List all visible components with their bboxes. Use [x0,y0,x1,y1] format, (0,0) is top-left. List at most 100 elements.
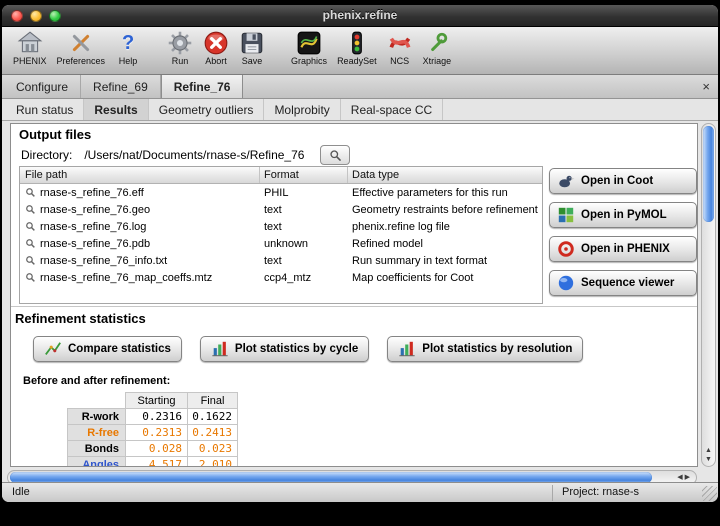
browse-directory-button[interactable] [320,145,350,165]
toolbar-button-ncs[interactable]: NCS [382,29,418,67]
scroll-up-arrow[interactable]: ▲ [702,446,715,455]
status-text: Idle [12,486,30,498]
table-row[interactable]: rnase-s_refine_76.eff PHIL Effective par… [20,184,542,201]
column-format[interactable]: Format [260,167,348,183]
toolbar-button-help[interactable]: ? Help [110,29,146,67]
tab-close-button[interactable]: × [702,79,710,94]
zoom-window-button[interactable] [49,10,61,22]
table-row[interactable]: rnase-s_refine_76_info.txt text Run summ… [20,252,542,269]
compare-statistics-button[interactable]: Compare statistics [33,336,182,362]
toolbar-button-run[interactable]: Run [162,29,198,67]
bar-chart-icon [398,340,416,358]
plot-by-resolution-button[interactable]: Plot statistics by resolution [387,336,583,362]
stats-row-angles: Angles 4.517 2.010 [68,457,238,468]
scroll-down-arrow[interactable]: ▼ [702,455,715,464]
scroll-right-arrow[interactable]: ▶ [685,474,692,481]
refinement-stats-table: Starting Final R-work 0.2316 0.1622 R-fr… [67,392,238,467]
toolbar-label: NCS [390,56,409,66]
title-bar[interactable]: phenix.refine [2,5,718,27]
column-data-type[interactable]: Data type [348,167,542,183]
row-label: R-free [68,425,126,441]
toolbar-button-preferences[interactable]: Preferences [52,29,111,67]
table-row[interactable]: rnase-s_refine_76_map_coeffs.mtz ccp4_mt… [20,269,542,286]
toolbar-button-phenix[interactable]: PHENIX [8,29,52,67]
final-value: 0.2413 [188,425,238,441]
output-files-table: File path Format Data type rnase-s_refin… [19,166,543,304]
compare-plot-icon [44,340,62,358]
starting-value: 0.2313 [126,425,188,441]
stats-row-bonds: Bonds 0.028 0.023 [68,441,238,457]
phenix-home-icon [17,30,43,56]
run-gear-icon [167,30,193,56]
open-in-coot-button[interactable]: Open in Coot [549,168,697,194]
button-label: Open in Coot [581,175,653,187]
open-in-pymol-button[interactable]: Open in PyMOL [549,202,697,228]
ncs-icon [387,30,413,56]
table-row[interactable]: rnase-s_refine_76.pdb unknown Refined mo… [20,235,542,252]
button-label: Plot statistics by cycle [235,343,358,355]
final-value: 2.010 [188,457,238,468]
file-data-type: Map coefficients for Coot [348,272,542,284]
directory-path: /Users/nat/Documents/rnase-s/Refine_76 [84,148,304,162]
file-name: rnase-s_refine_76.eff [40,187,144,199]
file-name: rnase-s_refine_76_map_coeffs.mtz [40,272,212,284]
toolbar-label: Run [172,56,189,66]
toolbar-button-graphics[interactable]: Graphics [286,29,332,67]
toolbar-button-save[interactable]: Save [234,29,270,67]
magnifier-icon [329,149,342,162]
column-file-path[interactable]: File path [20,167,260,183]
sequence-viewer-button[interactable]: Sequence viewer [549,270,697,296]
minimize-window-button[interactable] [30,10,42,22]
before-after-subtitle: Before and after refinement: [23,375,170,387]
toolbar-label: PHENIX [13,56,47,66]
button-label: Open in PyMOL [581,209,667,221]
app-window: phenix.refine PHENIX Preferences ? Help … [2,5,718,502]
table-header[interactable]: File path Format Data type [20,167,542,184]
toolbar-button-xtriage[interactable]: Xtriage [418,29,457,67]
vertical-scroll-thumb[interactable] [703,126,714,222]
toolbar-label: Save [242,56,263,66]
table-row[interactable]: rnase-s_refine_76.geo text Geometry rest… [20,201,542,218]
results-scroll-panel: Output files Directory: /Users/nat/Docum… [10,123,698,467]
output-files-heading: Output files [19,127,91,142]
vertical-scrollbar[interactable]: ▲ ▼ [701,123,716,467]
save-floppy-icon [239,30,265,56]
toolbar-label: Abort [205,56,227,66]
toolbar-button-abort[interactable]: Abort [198,29,234,67]
file-format: unknown [260,238,348,250]
notebook-tab-bar: Configure Refine_69 Refine_76 × [2,75,718,99]
table-row[interactable]: rnase-s_refine_76.log text phenix.refine… [20,218,542,235]
magnifier-icon [25,221,36,232]
plot-by-cycle-button[interactable]: Plot statistics by cycle [200,336,369,362]
magnifier-icon [25,204,36,215]
toolbar-label: ReadySet [337,56,377,66]
tab-real-space-cc[interactable]: Real-space CC [341,99,443,120]
toolbar-button-readyset[interactable]: ReadySet [332,29,382,67]
toolbar-label: Preferences [57,56,106,66]
tab-geometry-outliers[interactable]: Geometry outliers [149,99,265,120]
tab-refine-69[interactable]: Refine_69 [81,75,161,98]
close-window-button[interactable] [11,10,23,22]
toolbar: PHENIX Preferences ? Help Run Abort [2,27,718,75]
file-data-type: Geometry restraints before refinement [348,204,542,216]
magnifier-icon [25,238,36,249]
tab-results[interactable]: Results [84,99,148,120]
status-bar: Idle Project: rnase-s [2,482,718,502]
tab-refine-76[interactable]: Refine_76 [161,75,244,98]
file-data-type: Effective parameters for this run [348,187,542,199]
starting-value: 0.028 [126,441,188,457]
file-data-type: Refined model [348,238,542,250]
resize-grip[interactable] [702,486,717,501]
open-in-phenix-button[interactable]: Open in PHENIX [549,236,697,262]
file-format: text [260,221,348,233]
scroll-left-arrow[interactable]: ◀ [677,474,684,481]
tab-molprobity[interactable]: Molprobity [264,99,340,120]
file-format: ccp4_mtz [260,272,348,284]
final-value: 0.1622 [188,409,238,425]
starting-value: 4.517 [126,457,188,468]
tab-configure[interactable]: Configure [4,75,81,98]
magnifier-icon [25,187,36,198]
tab-run-status[interactable]: Run status [6,99,84,120]
toolbar-label: Xtriage [423,56,452,66]
statistics-buttons-row: Compare statistics Plot statistics by cy… [33,336,583,362]
